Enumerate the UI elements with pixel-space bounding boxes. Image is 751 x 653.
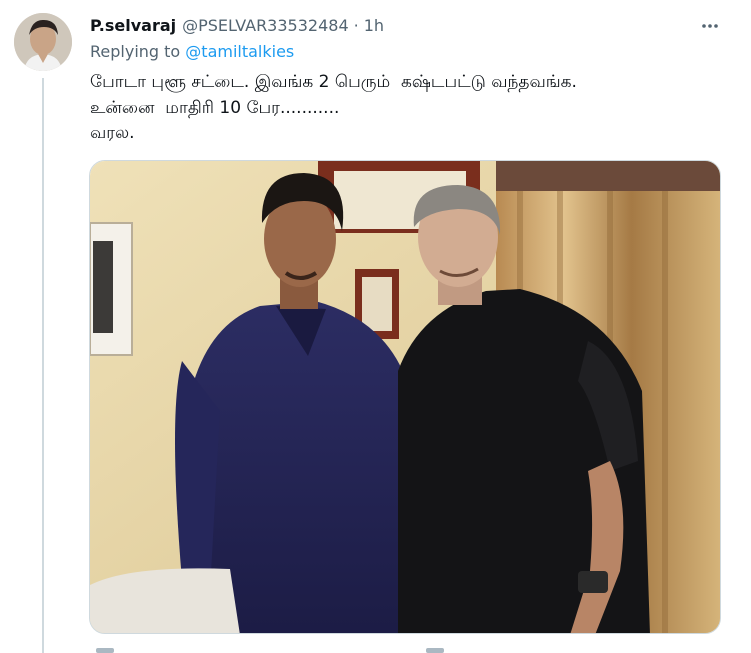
attached-photo[interactable] — [89, 160, 721, 634]
profile-avatar[interactable] — [14, 13, 72, 71]
reply-icon[interactable] — [96, 648, 114, 653]
photo-image — [90, 161, 720, 633]
user-handle[interactable]: @PSELVAR33532484 — [182, 16, 349, 35]
tweet-text: போடா புளூ சட்டை. இவங்க 2 பெரும் கஷ்டபட்ட… — [90, 70, 720, 147]
more-horizontal-icon — [702, 24, 718, 28]
like-icon[interactable] — [426, 648, 444, 653]
reply-mention-link[interactable]: @tamiltalkies — [185, 42, 294, 61]
more-options-icon[interactable] — [696, 14, 724, 38]
timestamp[interactable]: 1h — [364, 16, 384, 35]
tweet-header: P.selvaraj @PSELVAR33532484 · 1h — [90, 14, 384, 36]
avatar-image — [14, 13, 72, 71]
replying-to: Replying to @tamiltalkies — [90, 42, 294, 61]
tweet-text-line: வரல. — [90, 123, 135, 143]
tweet-actions-row — [90, 645, 720, 653]
replying-prefix: Replying to — [90, 42, 186, 61]
tweet-text-line: உன்னை மாதிரி 10 பேர........... — [90, 97, 340, 118]
separator-dot: · — [353, 15, 359, 35]
tweet-article[interactable]: P.selvaraj @PSELVAR33532484 · 1h Replyin… — [0, 0, 751, 653]
display-name[interactable]: P.selvaraj — [90, 16, 176, 35]
thread-connector-line — [42, 78, 44, 653]
tweet-text-line: போடா புளூ சட்டை. இவங்க 2 பெரும் கஷ்டபட்ட… — [90, 72, 577, 92]
